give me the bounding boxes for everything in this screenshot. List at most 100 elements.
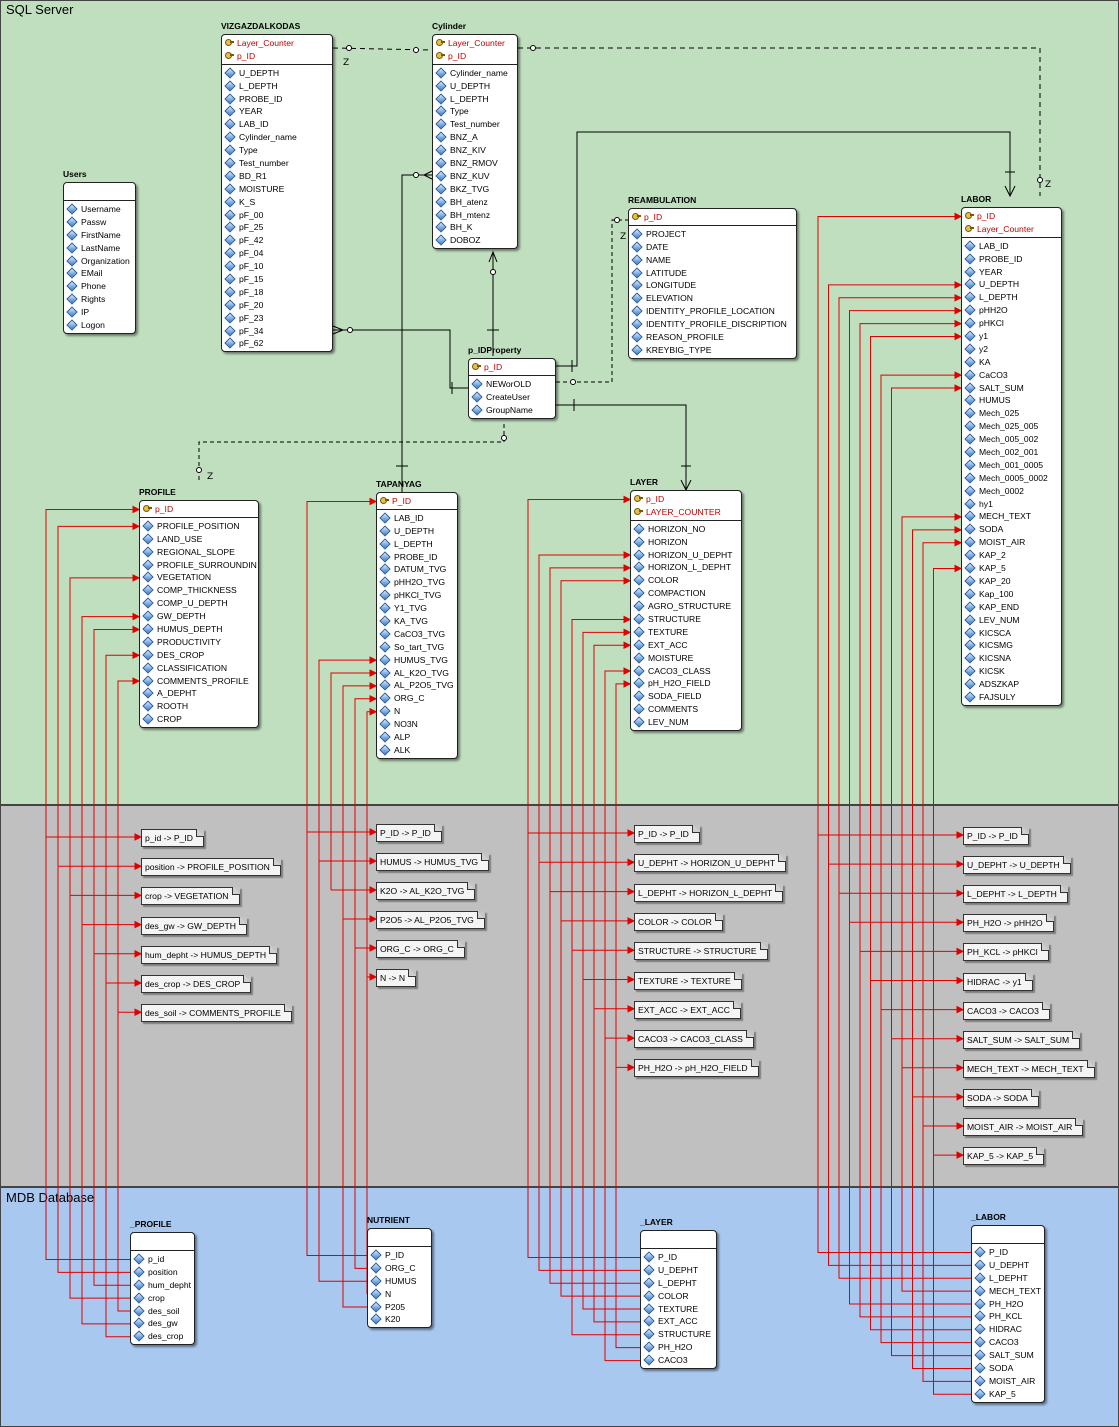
table-column[interactable]: STRUCTURE [631, 613, 741, 626]
table-column[interactable]: U_DEPTH [222, 67, 332, 80]
table-column[interactable]: CACO3 [972, 1336, 1044, 1349]
mapping-note[interactable]: PH_H2O -> pHH2O [963, 914, 1054, 933]
table-column[interactable]: BKZ_TVG [433, 183, 517, 196]
table-column[interactable]: BNZ_KIV [433, 144, 517, 157]
table-column[interactable]: CLASSIFICATION [140, 662, 258, 675]
table-column[interactable]: KAP_20 [962, 575, 1061, 588]
table-column[interactable]: A_DEPHT [140, 687, 258, 700]
table-column[interactable]: P_ID [972, 1246, 1044, 1259]
table-column[interactable]: Mech_002_001 [962, 446, 1061, 459]
table-column[interactable]: Username [64, 203, 135, 216]
table-column[interactable]: pF_42 [222, 234, 332, 247]
table-column[interactable]: KA_TVG [377, 615, 457, 628]
table-column[interactable]: PROFILE_SURROUNDIN [140, 558, 258, 572]
table-column[interactable]: L_DEPTH [377, 538, 457, 551]
table-column[interactable]: BNZ_KUV [433, 170, 517, 183]
mapping-note[interactable]: MOIST_AIR -> MOIST_AIR [963, 1118, 1084, 1136]
mapping-note[interactable]: crop -> VEGETATION [141, 887, 240, 906]
table-column[interactable]: CreateUser [469, 391, 555, 404]
mapping-note[interactable]: p_id -> P_ID [141, 829, 205, 847]
table-column[interactable]: Cylinder_name [222, 131, 332, 144]
table-mdb-nutrient[interactable]: NUTRIENT P_ID ORG_C HUMUS N P205 K20 [367, 1215, 432, 1329]
table-column[interactable]: PRODUCTIVITY [140, 636, 258, 649]
mapping-note[interactable]: des_gw -> GW_DEPTH [141, 916, 247, 935]
table-column[interactable]: L_DEPHT [641, 1277, 716, 1290]
table-column[interactable]: pHH2O_TVG [377, 576, 457, 589]
table-column[interactable]: ORG_C [368, 1262, 431, 1275]
table-column[interactable]: COMP_U_DEPTH [140, 597, 258, 610]
mapping-note[interactable]: position -> PROFILE_POSITION [141, 858, 281, 877]
table-column[interactable]: MECH_TEXT [962, 510, 1061, 523]
table-column[interactable]: pF_25 [222, 221, 332, 234]
table-column[interactable]: LEV_NUM [631, 716, 741, 729]
table-column[interactable]: YEAR [222, 105, 332, 118]
key-column[interactable]: P_ID [377, 495, 457, 508]
table-column[interactable]: Test_number [222, 157, 332, 170]
mapping-note[interactable]: STRUCTURE -> STRUCTURE [634, 942, 768, 961]
table-column[interactable]: COMP_THICKNESS [140, 584, 258, 597]
table-column[interactable]: Mech_025_005 [962, 420, 1061, 433]
table-column[interactable]: CaCO3 [962, 369, 1061, 382]
key-column[interactable]: p_ID [469, 361, 555, 374]
table-column[interactable]: DOBOZ [433, 234, 517, 247]
table-column[interactable]: BNZ_RMOV [433, 157, 517, 170]
table-column[interactable]: Mech_025 [962, 407, 1061, 420]
table-column[interactable]: MOISTURE [222, 183, 332, 196]
table-column[interactable]: NEWorOLD [469, 378, 555, 391]
mapping-note[interactable]: des_soil -> COMMENTS_PROFILE [141, 1004, 292, 1023]
mapping-note[interactable]: P_ID -> P_ID [963, 827, 1029, 845]
table-column[interactable]: pHKCl_TVG [377, 589, 457, 602]
table-column[interactable]: hy1 [962, 497, 1061, 511]
key-column[interactable]: Layer_Counter [222, 37, 332, 50]
mapping-note[interactable]: des_crop -> DES_CROP [141, 975, 252, 993]
table-column[interactable]: LATITUDE [629, 266, 796, 280]
mapping-note[interactable]: N -> N [376, 969, 417, 987]
key-column[interactable]: Layer_Counter [962, 223, 1061, 236]
table-column[interactable]: pF_15 [222, 273, 332, 286]
table-column[interactable]: L_DEPTH [962, 291, 1061, 304]
table-column[interactable]: pF_20 [222, 299, 332, 312]
table-column[interactable]: PROBE_ID [962, 253, 1061, 266]
table-column[interactable]: EXT_ACC [631, 639, 741, 652]
key-column[interactable]: p_ID [629, 211, 796, 224]
table-column[interactable]: N [368, 1288, 431, 1301]
table-profile[interactable]: PROFILE p_ID PROFILE_POSITION LAND_USE REGIO… [139, 487, 259, 729]
table-column[interactable]: Phone [64, 280, 135, 293]
mapping-note[interactable]: MECH_TEXT -> MECH_TEXT [963, 1059, 1095, 1078]
table-column[interactable]: HUMUS [368, 1275, 431, 1288]
table-users[interactable]: Users Username Passw FirstName LastName Organ… [63, 169, 136, 334]
table-column[interactable]: pF_18 [222, 286, 332, 299]
mapping-note[interactable]: TEXTURE -> TEXTURE [634, 971, 742, 990]
table-column[interactable]: BD_R1 [222, 170, 332, 183]
table-column[interactable]: COLOR [631, 574, 741, 587]
table-column[interactable]: KAP_5 [962, 562, 1061, 575]
table-column[interactable]: Passw [64, 216, 135, 229]
table-column[interactable]: DATUM_TVG [377, 563, 457, 576]
table-cylinder[interactable]: Cylinder Layer_Counter p_ID Cylinder_name U_… [432, 21, 518, 250]
table-column[interactable]: des_gw [131, 1317, 194, 1330]
table-column[interactable]: LAB_ID [377, 512, 457, 525]
mapping-note[interactable]: SALT_SUM -> SALT_SUM [963, 1030, 1081, 1049]
table-column[interactable]: CACO3_CLASS [631, 664, 741, 678]
table-column[interactable]: KAP_END [962, 601, 1061, 614]
table-column[interactable]: BH_K [433, 221, 517, 234]
table-column[interactable]: ADSZKAP [962, 678, 1061, 691]
table-column[interactable]: Rights [64, 293, 135, 306]
mapping-note[interactable]: U_DEPHT -> U_DEPTH [963, 856, 1071, 875]
table-column[interactable]: ROOTH [140, 700, 258, 713]
table-column[interactable]: SALT_SUM [972, 1349, 1044, 1362]
table-column[interactable]: HORIZON_U_DEPHT [631, 548, 741, 562]
mapping-note[interactable]: COLOR -> COLOR [634, 912, 723, 931]
table-tapanyag[interactable]: TAPANYAG P_ID LAB_ID U_DEPTH L_DEPTH PROBE_ID… [376, 479, 458, 759]
table-column[interactable]: BH_mtenz [433, 208, 517, 222]
table-column[interactable]: PH_KCL [972, 1310, 1044, 1323]
table-column[interactable]: PH_H2O [641, 1341, 716, 1354]
table-column[interactable]: LastName [64, 242, 135, 255]
table-p-idproperty[interactable]: p_IDProperty p_ID NEWorOLD CreateUser GroupN… [468, 345, 556, 419]
table-column[interactable]: EMail [64, 267, 135, 280]
table-column[interactable]: Logon [64, 319, 135, 332]
table-mdb-labor[interactable]: _LABOR P_ID U_DEPHT L_DEPHT MECH_TEXT PH_H2O P… [971, 1212, 1045, 1403]
table-column[interactable]: Cylinder_name [433, 67, 517, 80]
table-column[interactable]: GroupName [469, 404, 555, 417]
table-column[interactable]: LONGITUDE [629, 279, 796, 292]
